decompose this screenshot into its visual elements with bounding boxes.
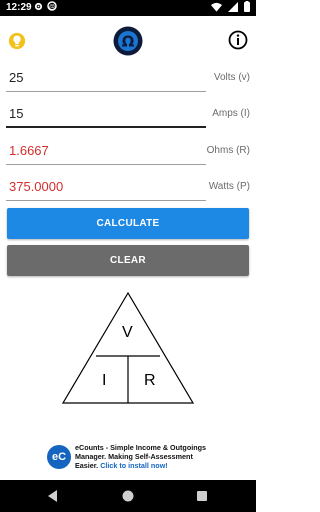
battery-icon — [244, 1, 250, 12]
amps-unit-label: Amps (I) — [212, 108, 250, 119]
sync-icon: @ — [47, 1, 57, 11]
watts-unit-label: Watts (P) — [208, 181, 250, 192]
omega-logo-icon: Ω — [113, 26, 143, 56]
lightbulb-icon[interactable] — [8, 32, 26, 50]
status-left-icons: @ — [34, 1, 57, 11]
wifi-icon — [211, 2, 222, 12]
volts-unit-label: Volts (v) — [213, 72, 250, 83]
status-right-icons — [211, 1, 250, 12]
watts-field[interactable]: 375.0000 Watts (P) — [6, 175, 250, 201]
ohms-field[interactable]: 1.6667 Ohms (R) — [6, 139, 250, 165]
triangle-current-label: I — [102, 372, 107, 389]
ohms-value[interactable]: 1.6667 — [9, 143, 49, 158]
watts-underline — [6, 200, 206, 201]
clear-button[interactable]: CLEAR — [7, 245, 249, 276]
back-icon[interactable] — [46, 489, 60, 503]
amps-underline — [6, 126, 206, 128]
settings-icon — [34, 2, 43, 10]
volts-field[interactable]: 25 Volts (v) — [6, 66, 250, 92]
ad-text[interactable]: eCounts - Simple Income & Outgoings Mana… — [75, 443, 211, 470]
navigation-bar — [0, 480, 256, 512]
calculate-button[interactable]: CALCULATE — [7, 208, 249, 239]
svg-text:Ω: Ω — [122, 33, 135, 51]
home-icon[interactable] — [121, 489, 135, 503]
amps-value[interactable]: 15 — [9, 106, 23, 121]
ad-install-link[interactable]: Click to install now! — [100, 461, 168, 470]
triangle-shape — [61, 291, 195, 404]
ad-banner[interactable]: eC eCounts - Simple Income & Outgoings M… — [45, 443, 211, 473]
signal-icon — [228, 1, 238, 12]
volts-underline — [6, 91, 206, 92]
ohms-unit-label: Ohms (R) — [206, 145, 250, 156]
watts-value[interactable]: 375.0000 — [9, 179, 63, 194]
info-icon[interactable] — [228, 30, 248, 50]
triangle-resistance-label: R — [144, 372, 156, 389]
status-time: 12:29 — [6, 2, 32, 13]
status-bar: 12:29 @ — [0, 0, 256, 16]
triangle-voltage-label: V — [122, 324, 133, 341]
ohms-law-triangle: V I R — [61, 291, 195, 404]
amps-field[interactable]: 15 Amps (I) — [6, 102, 250, 128]
ad-logo[interactable]: eC — [47, 445, 71, 469]
volts-value[interactable]: 25 — [9, 70, 23, 85]
svg-text:@: @ — [49, 5, 55, 11]
ohms-underline — [6, 164, 206, 165]
recents-icon[interactable] — [195, 489, 209, 503]
app-header: Ω — [0, 16, 256, 66]
